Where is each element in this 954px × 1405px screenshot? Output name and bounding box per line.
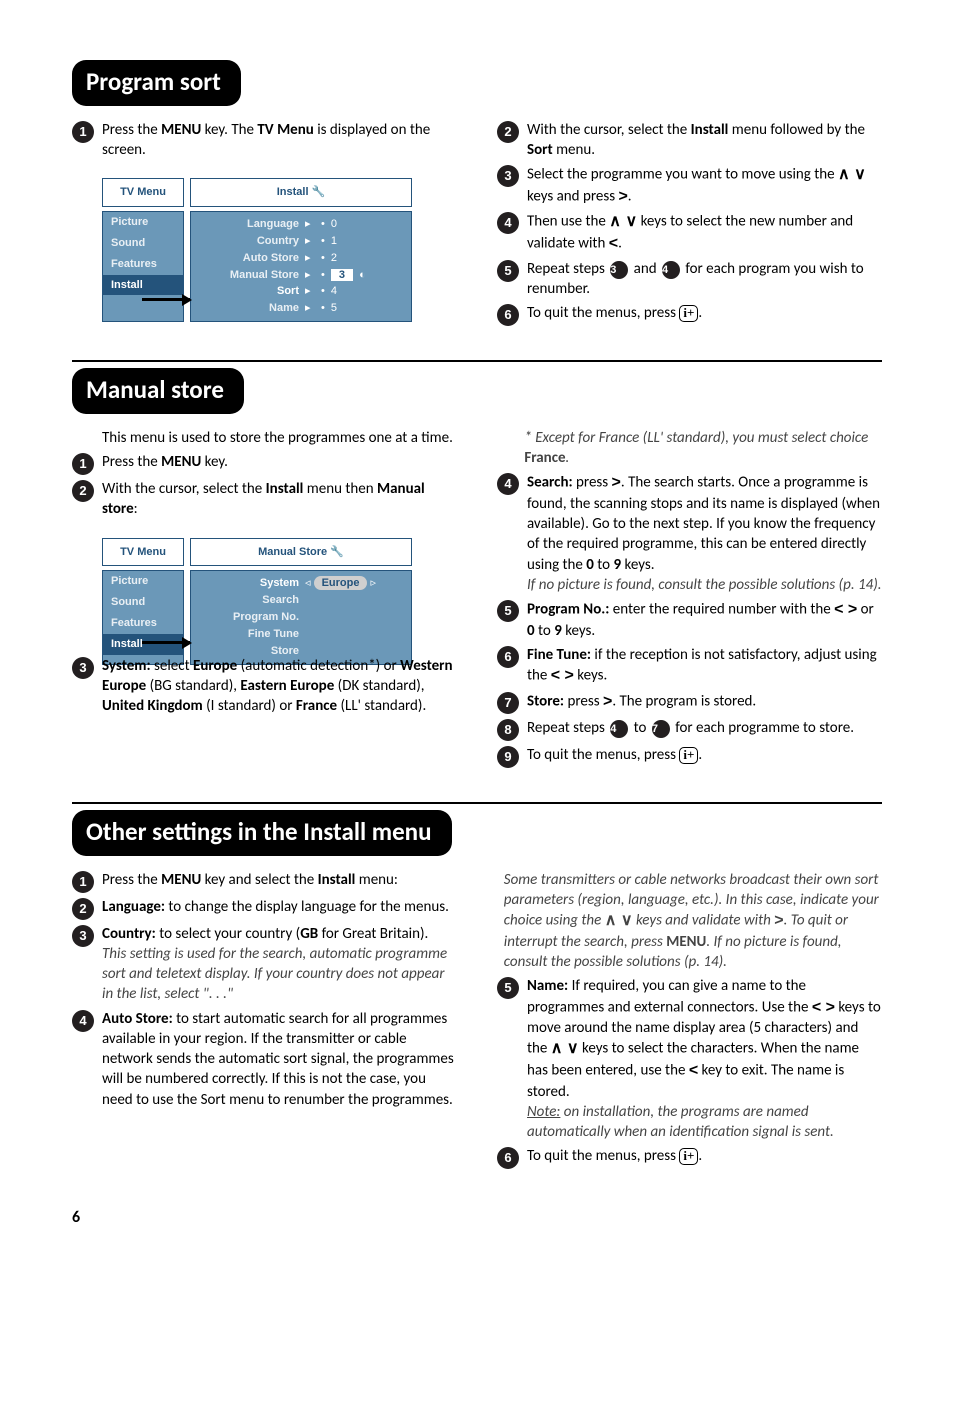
step-other-4: 4 <box>72 1010 94 1032</box>
step-manual-5: 5 <box>497 600 519 622</box>
step-text: Then use the ∧ ∨ keys to select the new … <box>527 211 882 254</box>
ref-7-icon: 7 <box>652 720 670 738</box>
step-manual-9: 9 <box>497 746 519 768</box>
step-sort-3: 3 <box>497 165 519 187</box>
header-other: Other settings in the Install menu <box>72 810 452 856</box>
other-note: Some transmitters or cable networks broa… <box>504 870 882 973</box>
ref-4-icon: 4 <box>662 261 680 279</box>
step-text: With the cursor, select the Install menu… <box>527 120 882 161</box>
step-other-1: 1 <box>72 871 94 893</box>
step-manual-6: 6 <box>497 646 519 668</box>
tvmenu-manualstore: TV Menu Manual Store 🔧 Picture Sound Fea… <box>102 538 412 644</box>
step-other-5: 5 <box>497 977 519 999</box>
step-manual-7: 7 <box>497 692 519 714</box>
header-sort: Program sort <box>72 60 241 106</box>
step-manual-3: 3 <box>72 657 94 679</box>
arrow-icon <box>142 298 190 301</box>
step-text: Program No.: enter the required number w… <box>527 599 882 641</box>
step-text: Fine Tune: if the reception is not satis… <box>527 645 882 687</box>
manual-star-note: * Except for France (LL' standard), you … <box>524 428 882 469</box>
manual-intro: This menu is used to store the programme… <box>102 428 457 448</box>
step-sort-4: 4 <box>497 212 519 234</box>
step-text: To quit the menus, press i+. <box>527 303 882 326</box>
step-text: Repeat steps 4 to 7 for each programme t… <box>527 718 882 741</box>
step-text: Press the MENU key and select the Instal… <box>102 870 457 893</box>
step-other-2: 2 <box>72 898 94 920</box>
step-text: To quit the menus, press i+. <box>527 745 882 768</box>
step-sort-2: 2 <box>497 121 519 143</box>
tvmenu-main: Language▸•0 Country▸•1 Auto Store▸•2 Man… <box>190 211 412 322</box>
step-text: To quit the menus, press i+. <box>527 1146 882 1169</box>
step-manual-4: 4 <box>497 473 519 495</box>
step-text: System: select Europe (automatic detecti… <box>102 656 457 717</box>
step-sort-5: 5 <box>497 260 519 282</box>
step-other-6: 6 <box>497 1147 519 1169</box>
step-manual-8: 8 <box>497 719 519 741</box>
tvmenu-title: Install 🔧 <box>190 178 412 207</box>
ref-4-icon: 4 <box>610 720 628 738</box>
step-text: Repeat steps 3 and 4 for each program yo… <box>527 259 882 300</box>
step-manual-2: 2 <box>72 480 94 502</box>
step-other-3: 3 <box>72 925 94 947</box>
info-button-icon: i+ <box>679 1148 698 1165</box>
tvmenu-install: TV Menu Install 🔧 Picture Sound Features… <box>102 178 412 301</box>
arrow-icon <box>142 641 190 644</box>
info-button-icon: i+ <box>679 305 698 322</box>
step-text: Select the programme you want to move us… <box>527 164 882 207</box>
tvmenu-side: Picture Sound Features Install <box>102 570 184 664</box>
step-text: Press the MENU key. <box>102 452 457 475</box>
step-text: Press the MENU key. The TV Menu is displ… <box>102 120 457 161</box>
tvmenu-title: Manual Store 🔧 <box>190 538 412 567</box>
step-sort-1: 1 <box>72 121 94 143</box>
step-text: Auto Store: to start automatic search fo… <box>102 1009 457 1110</box>
step-text: Language: to change the display language… <box>102 897 457 920</box>
step-sort-6: 6 <box>497 304 519 326</box>
info-button-icon: i+ <box>679 747 698 764</box>
step-text: Store: press >. The program is stored. <box>527 691 882 714</box>
step-text: With the cursor, select the Install menu… <box>102 479 457 520</box>
tvmenu-label: TV Menu <box>102 538 184 567</box>
step-text: Search: press >. The search starts. Once… <box>527 472 882 595</box>
tvmenu-label: TV Menu <box>102 178 184 207</box>
header-manual: Manual store <box>72 368 244 414</box>
page-number: 6 <box>72 1207 882 1229</box>
step-text: Name: If required, you can give a name t… <box>527 976 882 1142</box>
tvmenu-main: System◃ Europe ▹ Search Program No. Fine… <box>190 570 412 664</box>
ref-3-icon: 3 <box>610 261 628 279</box>
step-manual-1: 1 <box>72 453 94 475</box>
tvmenu-side: Picture Sound Features Install <box>102 211 184 322</box>
step-text: Country: to select your country (GB for … <box>102 924 457 1005</box>
